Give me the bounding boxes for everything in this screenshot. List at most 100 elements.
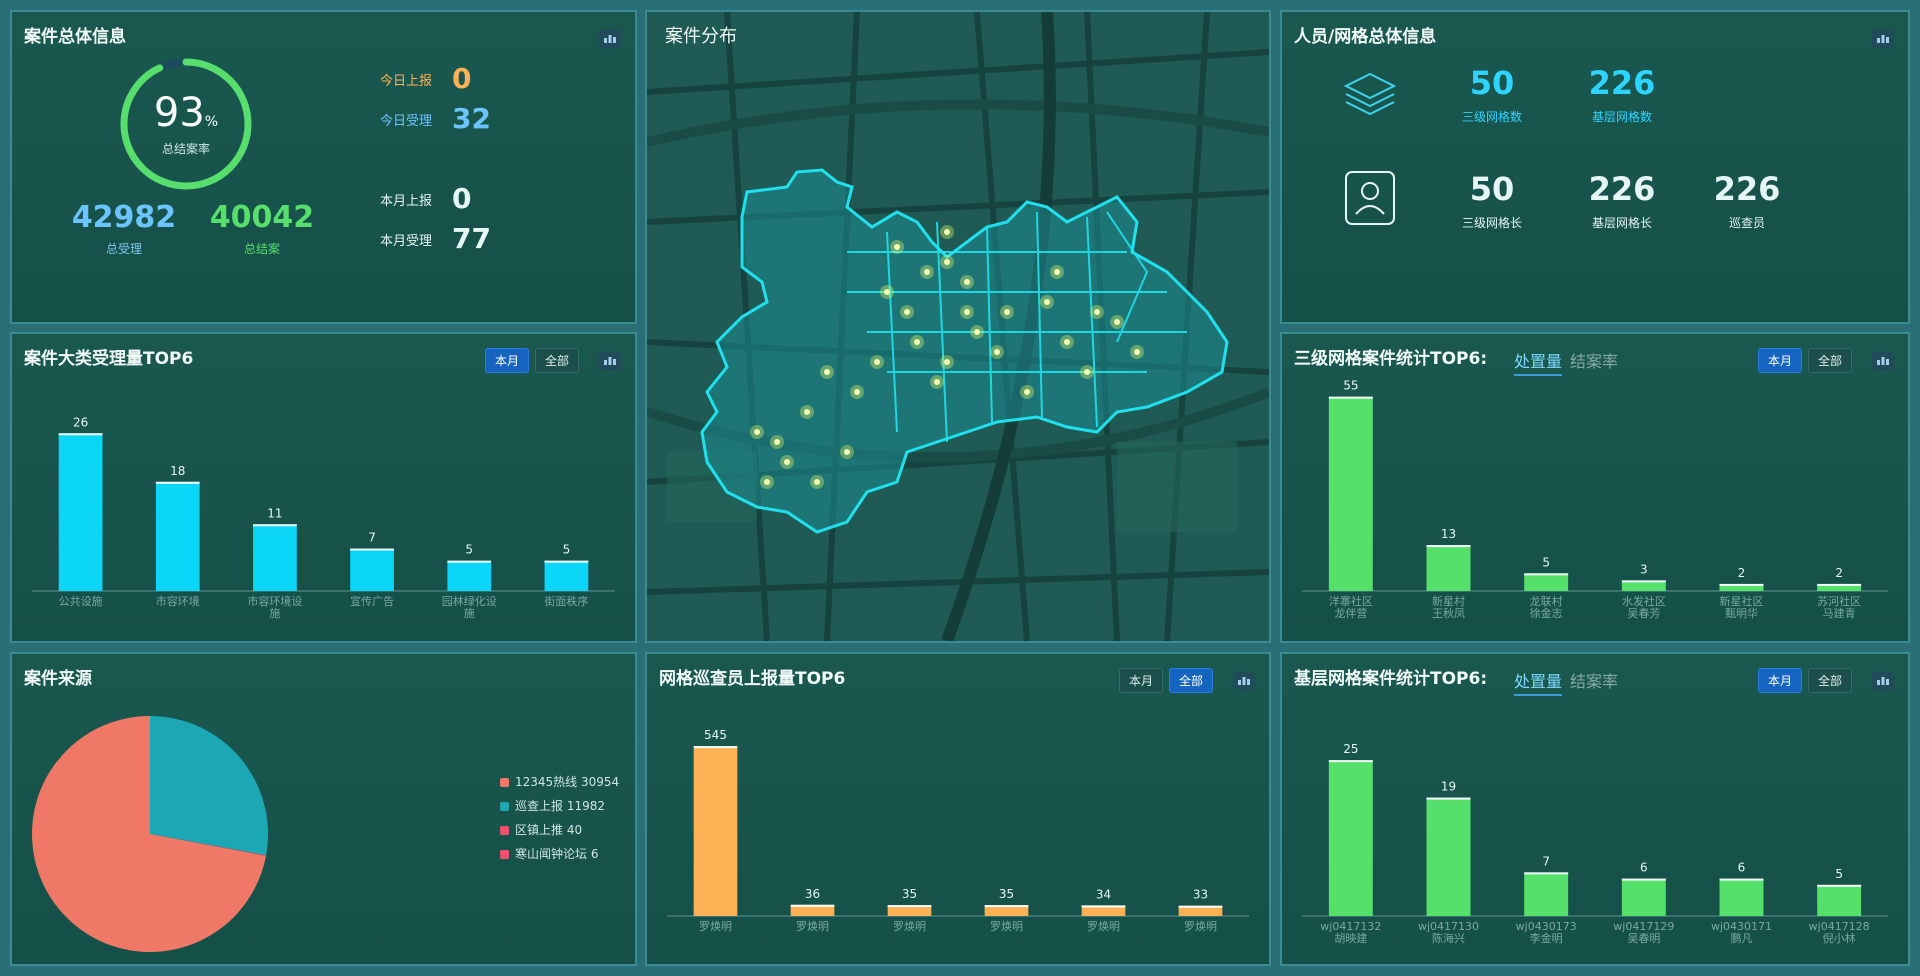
bar[interactable] [447,560,492,591]
bar-value-label: 19 [1441,780,1456,794]
month-accept-value: 77 [452,222,491,255]
bar-cap [1719,583,1764,586]
case-point[interactable] [1024,389,1030,395]
bar-cap [1621,580,1666,583]
pie-slice[interactable] [150,716,269,856]
case-point[interactable] [754,429,760,435]
case-point[interactable] [914,339,920,345]
case-point[interactable] [844,449,850,455]
case-point[interactable] [1054,269,1060,275]
case-point[interactable] [884,289,890,295]
bar-chart-icon[interactable] [1872,30,1894,48]
bar[interactable] [1524,573,1569,591]
case-point[interactable] [1114,319,1120,325]
bar-value-label: 25 [1343,742,1358,756]
bar-value-label: 5 [465,543,473,557]
legend-swatch [500,850,509,859]
bar[interactable] [1426,545,1471,591]
case-point[interactable] [904,309,910,315]
bar-cap [1328,396,1373,399]
legend-entry[interactable]: 12345热线 30954 [515,775,619,789]
case-point[interactable] [1044,299,1050,305]
bar[interactable] [1817,884,1862,916]
bar-cap [1719,878,1764,881]
category-tick-label: 公共设施 [59,595,103,608]
bar[interactable] [350,548,394,591]
bar-cap [1817,884,1862,887]
case-point[interactable] [774,439,780,445]
category-tick-label: 洋寨社区 [1329,594,1373,608]
case-point[interactable] [964,279,970,285]
total-close-label: 总结案 [243,242,280,256]
bar[interactable] [1328,396,1373,591]
bar-value-label: 5 [563,543,571,557]
bar-cap [350,548,394,551]
bar[interactable] [155,481,200,591]
bar[interactable] [1621,878,1666,916]
category-tick-label: 罗焕明 [893,919,926,933]
case-point[interactable] [1094,309,1100,315]
bar-value-label: 2 [1835,566,1843,580]
case-point[interactable] [894,244,900,250]
legend-entry[interactable]: 巡查上报 11982 [515,798,605,813]
case-point[interactable] [924,269,930,275]
legend-entry[interactable]: 寒山闻钟论坛 6 [515,846,598,861]
category-tick-label: 李金明 [1530,931,1563,945]
grid3-bar-chart: 55 洋寨社区龙伴营 13 新星村王秋凤 5 龙联村徐金志 3 水发社区吴春芳 2 新星社区甄明华… [1302,379,1888,620]
bar-value-label: 5 [1835,867,1843,881]
base-leader-count: 226 [1588,170,1656,208]
month-report-label: 本月上报 [380,194,433,209]
legend-entry[interactable]: 区镇上推 40 [515,823,582,837]
bar[interactable] [1426,797,1471,916]
bar-chart-icon[interactable] [599,30,621,48]
today-accept-value: 32 [452,102,491,135]
total-accept-value: 42982 [71,200,177,235]
district-map[interactable] [647,12,1269,641]
bar[interactable] [1524,872,1569,916]
category-tick-label: 徐金志 [1530,606,1563,620]
level3-leader-count: 50 [1469,170,1515,208]
case-point[interactable] [784,459,790,465]
bar[interactable] [58,433,103,591]
category-tick-label: 施 [464,607,475,620]
bar[interactable] [253,524,297,591]
case-point[interactable] [874,359,880,365]
bar-value-label: 7 [368,531,376,545]
base-top6-panel: 基层网格案件统计TOP6: 处置量 结案率 本月 全部 25 wj0417132 胡映… [1280,652,1910,966]
case-point[interactable] [814,479,820,485]
bar-cap [1524,573,1569,576]
bar[interactable] [693,746,738,916]
bar[interactable] [1719,878,1764,916]
category-tick-label: 龙联村 [1530,594,1563,608]
case-point[interactable] [964,309,970,315]
case-point[interactable] [944,229,950,235]
case-point[interactable] [1064,339,1070,345]
case-point[interactable] [1004,309,1010,315]
bar[interactable] [1328,760,1373,916]
case-point[interactable] [944,259,950,265]
personnel-panel: 人员/网格总体信息 50 三级网格数 226 基层网格数 50 三级网格长 22… [1280,10,1910,324]
case-point[interactable] [1134,349,1140,355]
bar-cap [447,560,492,563]
bar-cap [887,905,932,908]
case-point[interactable] [944,359,950,365]
bar[interactable] [544,560,589,591]
close-rate-label: 总结案率 [161,142,210,156]
bar-value-label: 13 [1441,527,1456,541]
base-bar-chart: 25wj0417132胡映建19wj0417130陈海兴7wj0430173李金… [1302,742,1888,945]
case-point[interactable] [974,329,980,335]
category-tick-label: 罗焕明 [990,919,1023,933]
case-point[interactable] [1084,369,1090,375]
category-tick-label: 罗焕明 [699,919,732,933]
legend-swatch [500,802,509,811]
case-point[interactable] [804,409,810,415]
case-point[interactable] [994,349,1000,355]
close-rate-value: 93% [153,90,219,136]
case-point[interactable] [934,379,940,385]
bar-value-label: 2 [1738,566,1746,580]
case-point[interactable] [764,479,770,485]
bar-value-label: 34 [1096,887,1111,901]
case-point[interactable] [854,389,860,395]
case-point[interactable] [824,369,830,375]
month-accept-label: 本月受理 [380,234,433,249]
